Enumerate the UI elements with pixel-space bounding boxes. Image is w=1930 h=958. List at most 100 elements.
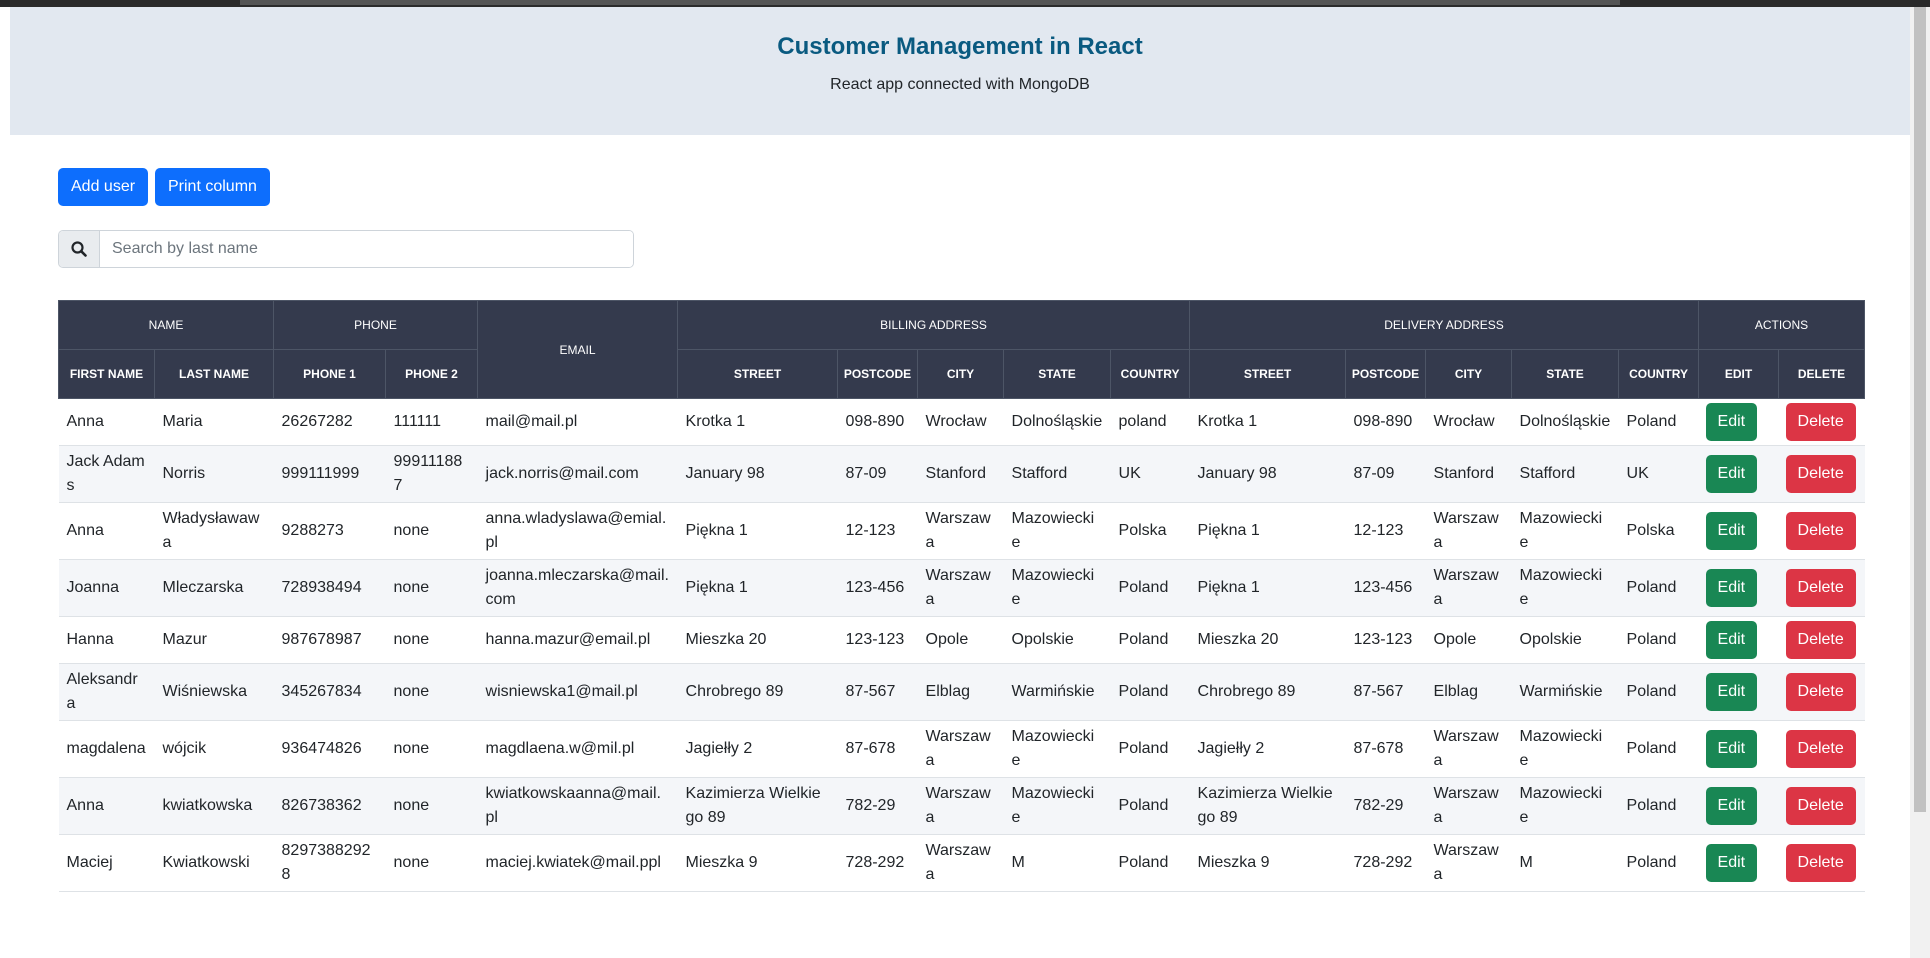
delete-button[interactable]: Delete [1785,569,1856,607]
cell-billing-city: Warszawa [917,834,1004,892]
cell-billing-street: Kazimierza Wielkiego 89 [677,777,838,835]
delete-button[interactable]: Delete [1785,730,1856,768]
column-header-billing-postcode[interactable]: POSTCODE [837,349,919,399]
cell-delivery-postcode: 87-678 [1345,720,1426,778]
cell-delete: Delete [1778,445,1865,503]
vertical-scrollbar[interactable] [1910,7,1930,958]
cell-email: magdlaena.w@mil.pl [477,720,678,778]
edit-button[interactable]: Edit [1705,455,1758,493]
edit-button[interactable]: Edit [1705,621,1758,659]
edit-button[interactable]: Edit [1705,844,1758,882]
cell-delivery-state: Stafford [1511,445,1619,503]
delete-button[interactable]: Delete [1785,455,1856,493]
scrollbar-thumb[interactable] [1914,7,1926,812]
cell-phone-1: 826738362 [273,777,386,835]
cell-first-name: magdalena [58,720,155,778]
cell-phone-2: 999111887 [385,445,478,503]
column-header-first-name[interactable]: FIRST NAME [58,349,155,399]
cell-first-name: Aleksandra [58,663,155,721]
column-header-delivery-city[interactable]: CITY [1425,349,1513,399]
table-row: Jack Adams Norris 999111999 999111887 jack.n… [58,445,1865,503]
table-row: magdalena wójcik 936474826 none magdlaena.w@… [58,720,1865,778]
column-header-delivery-postcode[interactable]: POSTCODE [1345,349,1427,399]
page-title: Customer Management in React [777,33,1143,60]
cell-edit: Edit [1698,559,1779,617]
table-column-header-row: FIRST NAME LAST NAME PHONE 1 PHONE 2 STR… [58,349,1866,399]
cell-email: joanna.mleczarska@mail.com [477,559,678,617]
cell-delivery-street: Chrobrego 89 [1189,663,1346,721]
search-input[interactable] [100,231,633,267]
cell-last-name: Wiśniewska [154,663,274,721]
cell-billing-street: Mieszka 9 [677,834,838,892]
edit-button[interactable]: Edit [1705,512,1758,550]
delete-button[interactable]: Delete [1785,621,1856,659]
table-row: Hanna Mazur 987678987 none hanna.mazur@email… [58,616,1865,664]
column-header-delete: DELETE [1778,349,1866,399]
delete-button[interactable]: Delete [1785,403,1856,441]
cell-billing-postcode: 782-29 [837,777,918,835]
cell-delivery-street: Mieszka 20 [1189,616,1346,664]
cell-delivery-city: Warszawa [1425,834,1512,892]
column-header-phone-2[interactable]: PHONE 2 [385,349,479,399]
cell-delivery-postcode: 123-456 [1345,559,1426,617]
cell-first-name: Jack Adams [58,445,155,503]
cell-delivery-country: Poland [1618,616,1699,664]
cell-first-name: Anna [58,502,155,560]
cell-delivery-city: Elblag [1425,663,1512,721]
edit-button[interactable]: Edit [1705,730,1758,768]
column-header-email[interactable]: EMAIL [477,300,679,399]
edit-button[interactable]: Edit [1705,569,1758,607]
cell-billing-state: Stafford [1003,445,1111,503]
cell-delivery-state: M [1511,834,1619,892]
cell-delivery-postcode: 728-292 [1345,834,1426,892]
print-column-button[interactable]: Print column [155,168,270,206]
cell-phone-2: 111111 [385,398,478,446]
delete-button[interactable]: Delete [1785,673,1856,711]
column-header-delivery-street[interactable]: STREET [1189,349,1347,399]
cell-phone-2: none [385,834,478,892]
cell-edit: Edit [1698,777,1779,835]
group-header-delivery-address: DELIVERY ADDRESS [1189,300,1700,350]
page-viewport: Customer Management in React React app c… [10,7,1910,958]
column-header-phone-1[interactable]: PHONE 1 [273,349,387,399]
column-header-billing-street[interactable]: STREET [677,349,839,399]
table-row: Anna kwiatkowska 826738362 none kwiatkowskaa… [58,777,1865,835]
cell-billing-postcode: 728-292 [837,834,918,892]
column-header-delivery-country[interactable]: COUNTRY [1618,349,1700,399]
delete-button[interactable]: Delete [1785,512,1856,550]
edit-button[interactable]: Edit [1705,403,1758,441]
cell-delete: Delete [1778,398,1865,446]
table-row: Anna Maria 26267282 111111 mail@mail.pl Krotk… [58,398,1865,446]
cell-delivery-postcode: 87-09 [1345,445,1426,503]
column-header-last-name[interactable]: LAST NAME [153,349,275,399]
column-header-billing-state[interactable]: STATE [1003,349,1112,399]
add-user-button[interactable]: Add user [58,168,149,206]
cell-phone-2: none [385,777,478,835]
cell-delete: Delete [1778,834,1865,892]
cell-delivery-street: Jagiełły 2 [1189,720,1346,778]
cell-billing-postcode: 87-567 [837,663,918,721]
cell-delivery-state: Opolskie [1511,616,1619,664]
cell-delivery-postcode: 123-123 [1345,616,1426,664]
cell-billing-country: Polska [1110,502,1190,560]
cell-edit: Edit [1698,663,1779,721]
delete-button[interactable]: Delete [1785,844,1856,882]
cell-email: maciej.kwiatek@mail.ppl [477,834,678,892]
column-header-delivery-state[interactable]: STATE [1511,349,1620,399]
cell-billing-postcode: 123-123 [837,616,918,664]
cell-billing-street: Chrobrego 89 [677,663,838,721]
cell-delivery-street: Piękna 1 [1189,559,1346,617]
cell-delivery-state: Mazowieckie [1511,720,1619,778]
page-subtitle: React app connected with MongoDB [830,76,1090,93]
column-header-billing-country[interactable]: COUNTRY [1110,349,1191,399]
edit-button[interactable]: Edit [1705,787,1758,825]
cell-delete: Delete [1778,720,1865,778]
cell-delivery-state: Warmińskie [1511,663,1619,721]
edit-button[interactable]: Edit [1705,673,1758,711]
cell-billing-street: Krotka 1 [677,398,838,446]
delete-button[interactable]: Delete [1785,787,1856,825]
cell-delete: Delete [1778,663,1865,721]
cell-billing-street: January 98 [677,445,838,503]
cell-delivery-country: Poland [1618,398,1699,446]
column-header-billing-city[interactable]: CITY [917,349,1005,399]
